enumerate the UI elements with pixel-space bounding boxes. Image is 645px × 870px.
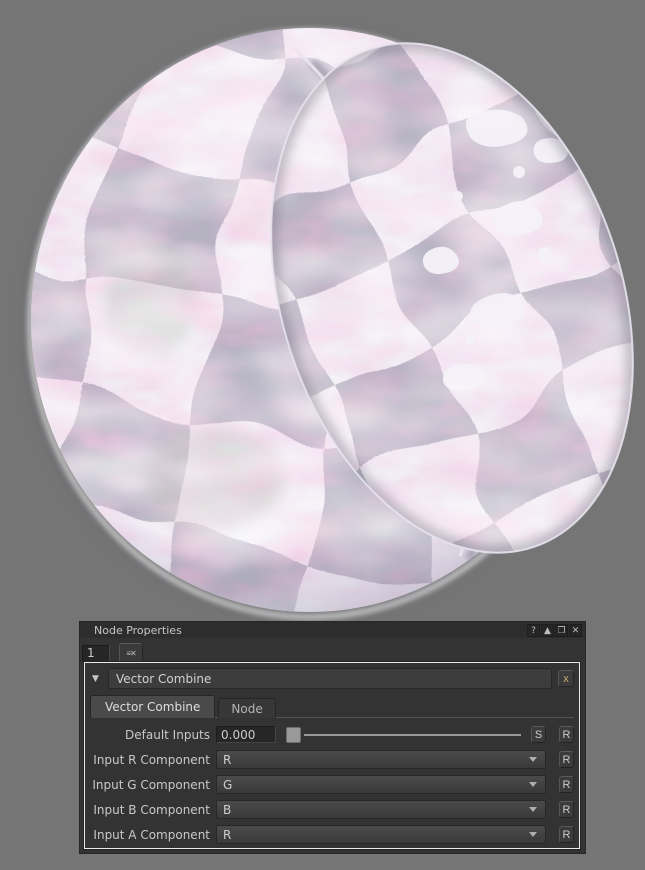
chevron-down-icon xyxy=(529,782,537,791)
revert-button[interactable]: R xyxy=(559,726,574,743)
clear-panels-button[interactable]: ≡✕ xyxy=(119,643,143,663)
node-settings-frame: ▼ Vector Combine x Vector Combine Node D… xyxy=(84,662,580,849)
slider-handle[interactable] xyxy=(286,727,301,743)
dropdown-value: R xyxy=(223,753,231,767)
clear-panels-icon: ≡✕ xyxy=(126,649,135,658)
help-icon[interactable]: ? xyxy=(527,624,540,637)
revert-button[interactable]: R xyxy=(559,826,574,843)
max-panels-input[interactable] xyxy=(82,645,110,662)
chevron-down-icon xyxy=(529,832,537,841)
close-pane-icon[interactable]: ✕ xyxy=(569,624,582,637)
set-key-button[interactable]: S xyxy=(531,726,546,743)
param-label: Input B Component xyxy=(90,803,210,817)
input-a-component-dropdown[interactable]: R xyxy=(216,825,546,844)
param-row-input-b: Input B Component B R xyxy=(90,800,574,819)
param-row-input-r: Input R Component R R xyxy=(90,750,574,769)
slider-groove[interactable] xyxy=(304,734,521,736)
revert-button[interactable]: R xyxy=(559,776,574,793)
param-label: Input G Component xyxy=(90,778,210,792)
param-label: Input A Component xyxy=(90,828,210,842)
minimize-pane-icon[interactable]: ▲ xyxy=(541,624,554,637)
panel-title: Node Properties xyxy=(94,624,527,637)
parameters-area: Default Inputs 0.000 S R Input R Compone… xyxy=(90,717,574,844)
param-row-default-inputs: Default Inputs 0.000 S R xyxy=(90,725,574,744)
input-g-component-dropdown[interactable]: G xyxy=(216,775,546,794)
default-inputs-value-field[interactable]: 0.000 xyxy=(216,726,276,743)
collapse-arrow-icon[interactable]: ▼ xyxy=(92,674,102,684)
dropdown-value: B xyxy=(223,803,231,817)
param-row-input-g: Input G Component G R xyxy=(90,775,574,794)
input-b-component-dropdown[interactable]: B xyxy=(216,800,546,819)
revert-button[interactable]: R xyxy=(559,801,574,818)
panel-titlebar[interactable]: Node Properties ? ▲ ❐ ✕ xyxy=(80,622,585,638)
panel-titlebar-icons: ? ▲ ❐ ✕ xyxy=(527,624,582,637)
node-properties-panel: Node Properties ? ▲ ❐ ✕ ≡✕ ▼ Vector Comb… xyxy=(80,622,585,853)
dropdown-value: G xyxy=(223,778,232,792)
tab-vector-combine[interactable]: Vector Combine xyxy=(90,695,215,718)
chevron-down-icon xyxy=(529,807,537,816)
chevron-down-icon xyxy=(529,757,537,766)
close-node-panel-button[interactable]: x xyxy=(558,670,574,687)
dropdown-value: R xyxy=(223,828,231,842)
input-r-component-dropdown[interactable]: R xyxy=(216,750,546,769)
default-inputs-slider[interactable] xyxy=(286,727,521,743)
float-pane-icon[interactable]: ❐ xyxy=(555,624,568,637)
node-tabs: Vector Combine Node xyxy=(90,694,579,717)
node-header: ▼ Vector Combine x xyxy=(85,663,579,692)
revert-button[interactable]: R xyxy=(559,751,574,768)
param-label: Input R Component xyxy=(90,753,210,767)
param-row-input-a: Input A Component R R xyxy=(90,825,574,844)
node-name-field[interactable]: Vector Combine xyxy=(108,668,552,689)
panel-toolbar: ≡✕ xyxy=(80,638,585,664)
param-label: Default Inputs xyxy=(90,728,210,742)
tab-node[interactable]: Node xyxy=(218,698,275,718)
